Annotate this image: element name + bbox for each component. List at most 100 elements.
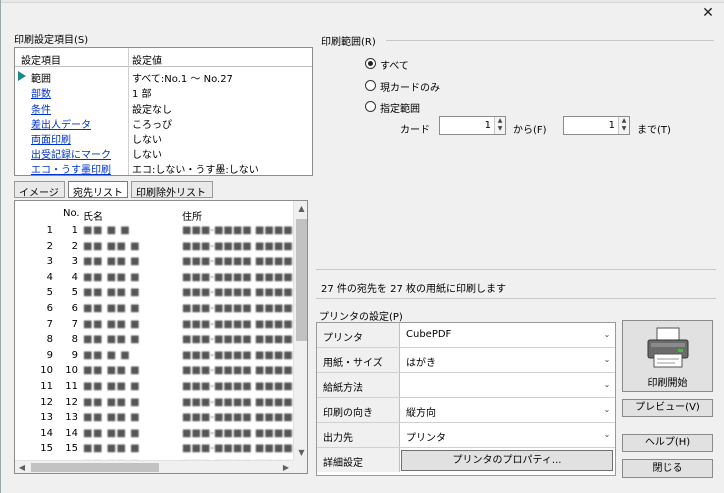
- settings-value: ころっぴ: [132, 120, 172, 131]
- settings-row-range[interactable]: 範囲 すべて:No.1 ～ No.27: [15, 69, 312, 85]
- chevron-down-icon[interactable]: ⌄: [600, 400, 614, 420]
- chevron-down-icon[interactable]: ⌄: [600, 375, 614, 395]
- paper-size-row[interactable]: 用紙・サイズ はがき ⌄: [317, 348, 615, 373]
- radio-current-card[interactable]: [365, 80, 376, 91]
- row-no: 11: [65, 381, 78, 392]
- printer-row-label: 詳細設定: [317, 448, 400, 472]
- radio-all-label[interactable]: すべて: [380, 57, 409, 72]
- scroll-left-icon[interactable]: ◀: [15, 461, 29, 473]
- printer-row-label: プリンタ: [317, 323, 400, 347]
- scroll-down-icon[interactable]: ▼: [294, 445, 307, 460]
- list-item[interactable]: 8 8 ■■ ■■ ■ ■■■-■■■■ ■■■■■■■: [15, 334, 307, 350]
- col-name-header: 氏名: [83, 212, 103, 223]
- list-item[interactable]: 4 4 ■■ ■■ ■ ■■■-■■■■ ■■■■■■■: [15, 271, 307, 288]
- settings-row-condition[interactable]: 条件 設定なし: [15, 100, 312, 116]
- printer-settings-title: プリンタの設定(P): [319, 312, 403, 323]
- settings-key-link[interactable]: 出受記録にマーク: [31, 146, 111, 161]
- radio-range-label[interactable]: 指定範囲: [380, 100, 420, 115]
- preview-button[interactable]: プレビュー(V): [622, 399, 713, 417]
- col-value-header: 設定値: [132, 56, 162, 67]
- horizontal-scrollbar[interactable]: ◀ ▶: [15, 460, 293, 473]
- row-no: 10: [65, 365, 78, 377]
- radio-current-card-label[interactable]: 現カードのみ: [380, 79, 440, 94]
- row-no: 4: [71, 271, 78, 283]
- printer-settings-grid: プリンタ CubePDF ⌄ 用紙・サイズ はがき ⌄ 給紙方法 ⌄ 印刷の向き…: [316, 322, 616, 476]
- list-item[interactable]: 3 3 ■■ ■■ ■ ■■■-■■■■ ■■■■■■■: [15, 256, 307, 272]
- list-item[interactable]: 14 14 ■■ ■■ ■ ■■■-■■■■ ■■■■■■■: [15, 427, 307, 444]
- list-item[interactable]: 12 12 ■■ ■■ ■ ■■■-■■■■ ■■■■■■■: [15, 397, 307, 413]
- radio-all[interactable]: [365, 58, 376, 69]
- list-item[interactable]: 1 1 ■■ ■ ■ ■■■-■■■■ ■■■■■■■: [15, 225, 307, 241]
- orientation-row[interactable]: 印刷の向き 縦方向 ⌄: [317, 398, 615, 423]
- row-index: 8: [46, 334, 53, 346]
- row-name: ■■ ■■ ■: [83, 412, 141, 424]
- to-spinner[interactable]: 1 ▲ ▼: [563, 116, 630, 135]
- list-item[interactable]: 13 13 ■■ ■■ ■ ■■■-■■■■ ■■■■■■■: [15, 412, 307, 428]
- settings-row-eco[interactable]: エコ・うす墨印刷 エコ:しない・うす墨:しない: [15, 160, 312, 176]
- row-name: ■■ ■■ ■: [83, 427, 141, 439]
- row-address: ■■■-■■■■ ■■■■■■■: [182, 412, 308, 424]
- settings-row-sender[interactable]: 差出人データ ころっぴ: [15, 115, 312, 131]
- list-item[interactable]: 2 2 ■■ ■■ ■ ■■■-■■■■ ■■■■■■■: [15, 240, 307, 257]
- printer-row-label: 用紙・サイズ: [317, 348, 400, 372]
- row-address: ■■■-■■■■ ■■■■■■■: [182, 427, 308, 439]
- help-button[interactable]: ヘルプ(H): [622, 434, 713, 452]
- tab-exclude-list[interactable]: 印刷除外リスト: [131, 181, 213, 199]
- settings-row-mark[interactable]: 出受記録にマーク しない: [15, 145, 312, 161]
- scrollbar-thumb[interactable]: [296, 219, 307, 341]
- radio-range[interactable]: [365, 101, 376, 112]
- printer-row-label: 印刷の向き: [317, 398, 400, 422]
- settings-key-link[interactable]: 両面印刷: [31, 131, 71, 146]
- settings-value: しない: [132, 135, 162, 146]
- from-spinner[interactable]: 1 ▲ ▼: [439, 116, 506, 135]
- row-address: ■■■-■■■■ ■■■■■■■: [182, 303, 308, 314]
- address-list[interactable]: No. 氏名 住所 1 1 ■■ ■ ■ ■■■-■■■■ ■■■■■■■ 2 2 ■■ ■…: [14, 200, 308, 474]
- row-name: ■■ ■■ ■: [83, 443, 141, 455]
- settings-key-link[interactable]: 差出人データ: [31, 116, 91, 131]
- chevron-down-icon[interactable]: ⌄: [600, 425, 614, 445]
- from-label: から(F): [513, 125, 547, 136]
- output-row[interactable]: 出力先 プリンタ ⌄: [317, 423, 615, 448]
- spinner-arrows-icon[interactable]: ▲ ▼: [494, 117, 505, 134]
- list-item[interactable]: 5 5 ■■ ■■ ■ ■■■-■■■■ ■■■■■■■: [15, 287, 307, 303]
- settings-value: しない: [132, 150, 162, 161]
- row-index: 3: [46, 256, 53, 268]
- to-label: まで(T): [637, 125, 671, 136]
- scroll-up-icon[interactable]: ▲: [294, 201, 307, 216]
- printer-row[interactable]: プリンタ CubePDF ⌄: [317, 323, 615, 348]
- start-print-button[interactable]: 印刷開始: [622, 320, 713, 392]
- row-no: 2: [71, 240, 78, 252]
- scrollbar-thumb[interactable]: [31, 463, 159, 472]
- paper-source-row[interactable]: 給紙方法 ⌄: [317, 373, 615, 398]
- row-no: 14: [65, 427, 78, 439]
- printer-row-label: 出力先: [317, 423, 400, 447]
- close-icon[interactable]: ✕: [700, 5, 716, 21]
- scroll-right-icon[interactable]: ▶: [279, 461, 293, 473]
- spinner-arrows-icon[interactable]: ▲ ▼: [618, 117, 629, 134]
- printer-properties-button[interactable]: プリンタのプロパティ...: [401, 450, 613, 471]
- settings-row-duplex[interactable]: 両面印刷 しない: [15, 130, 312, 146]
- row-address: ■■■-■■■■ ■■■■■■■: [182, 271, 308, 283]
- list-item[interactable]: 6 6 ■■ ■■ ■ ■■■-■■■■ ■■■■■■■: [15, 303, 307, 319]
- settings-value: 設定なし: [132, 105, 172, 116]
- settings-key-link[interactable]: 条件: [31, 101, 51, 116]
- close-button[interactable]: 閉じる: [622, 459, 713, 478]
- list-item[interactable]: 15 15 ■■ ■■ ■ ■■■-■■■■ ■■■■■■■: [15, 443, 307, 459]
- list-item[interactable]: 9 9 ■■ ■ ■ ■■■-■■■■ ■■■■■■■: [15, 350, 307, 366]
- row-name: ■■ ■■ ■: [83, 381, 141, 392]
- chevron-down-icon[interactable]: ⌄: [600, 350, 614, 370]
- list-item[interactable]: 11 11 ■■ ■■ ■ ■■■-■■■■ ■■■■■■■: [15, 381, 307, 397]
- list-item[interactable]: 7 7 ■■ ■■ ■ ■■■-■■■■ ■■■■■■■: [15, 318, 307, 335]
- settings-value: エコ:しない・うす墨:しない: [132, 165, 259, 176]
- row-index: 7: [46, 318, 53, 330]
- settings-key-link[interactable]: 部数: [31, 85, 51, 100]
- tab-image[interactable]: イメージ: [14, 181, 65, 199]
- list-item[interactable]: 10 10 ■■ ■■ ■ ■■■-■■■■ ■■■■■■■: [15, 365, 307, 381]
- tab-address-list[interactable]: 宛先リスト: [68, 181, 128, 199]
- settings-row-copies[interactable]: 部数 1 部: [15, 84, 312, 100]
- settings-key-link[interactable]: エコ・うす墨印刷: [31, 161, 111, 176]
- chevron-down-icon[interactable]: ⌄: [600, 325, 614, 345]
- row-name: ■■ ■■ ■: [83, 303, 141, 314]
- vertical-scrollbar[interactable]: ▲ ▼: [293, 201, 307, 460]
- col-no-header: No.: [63, 208, 80, 219]
